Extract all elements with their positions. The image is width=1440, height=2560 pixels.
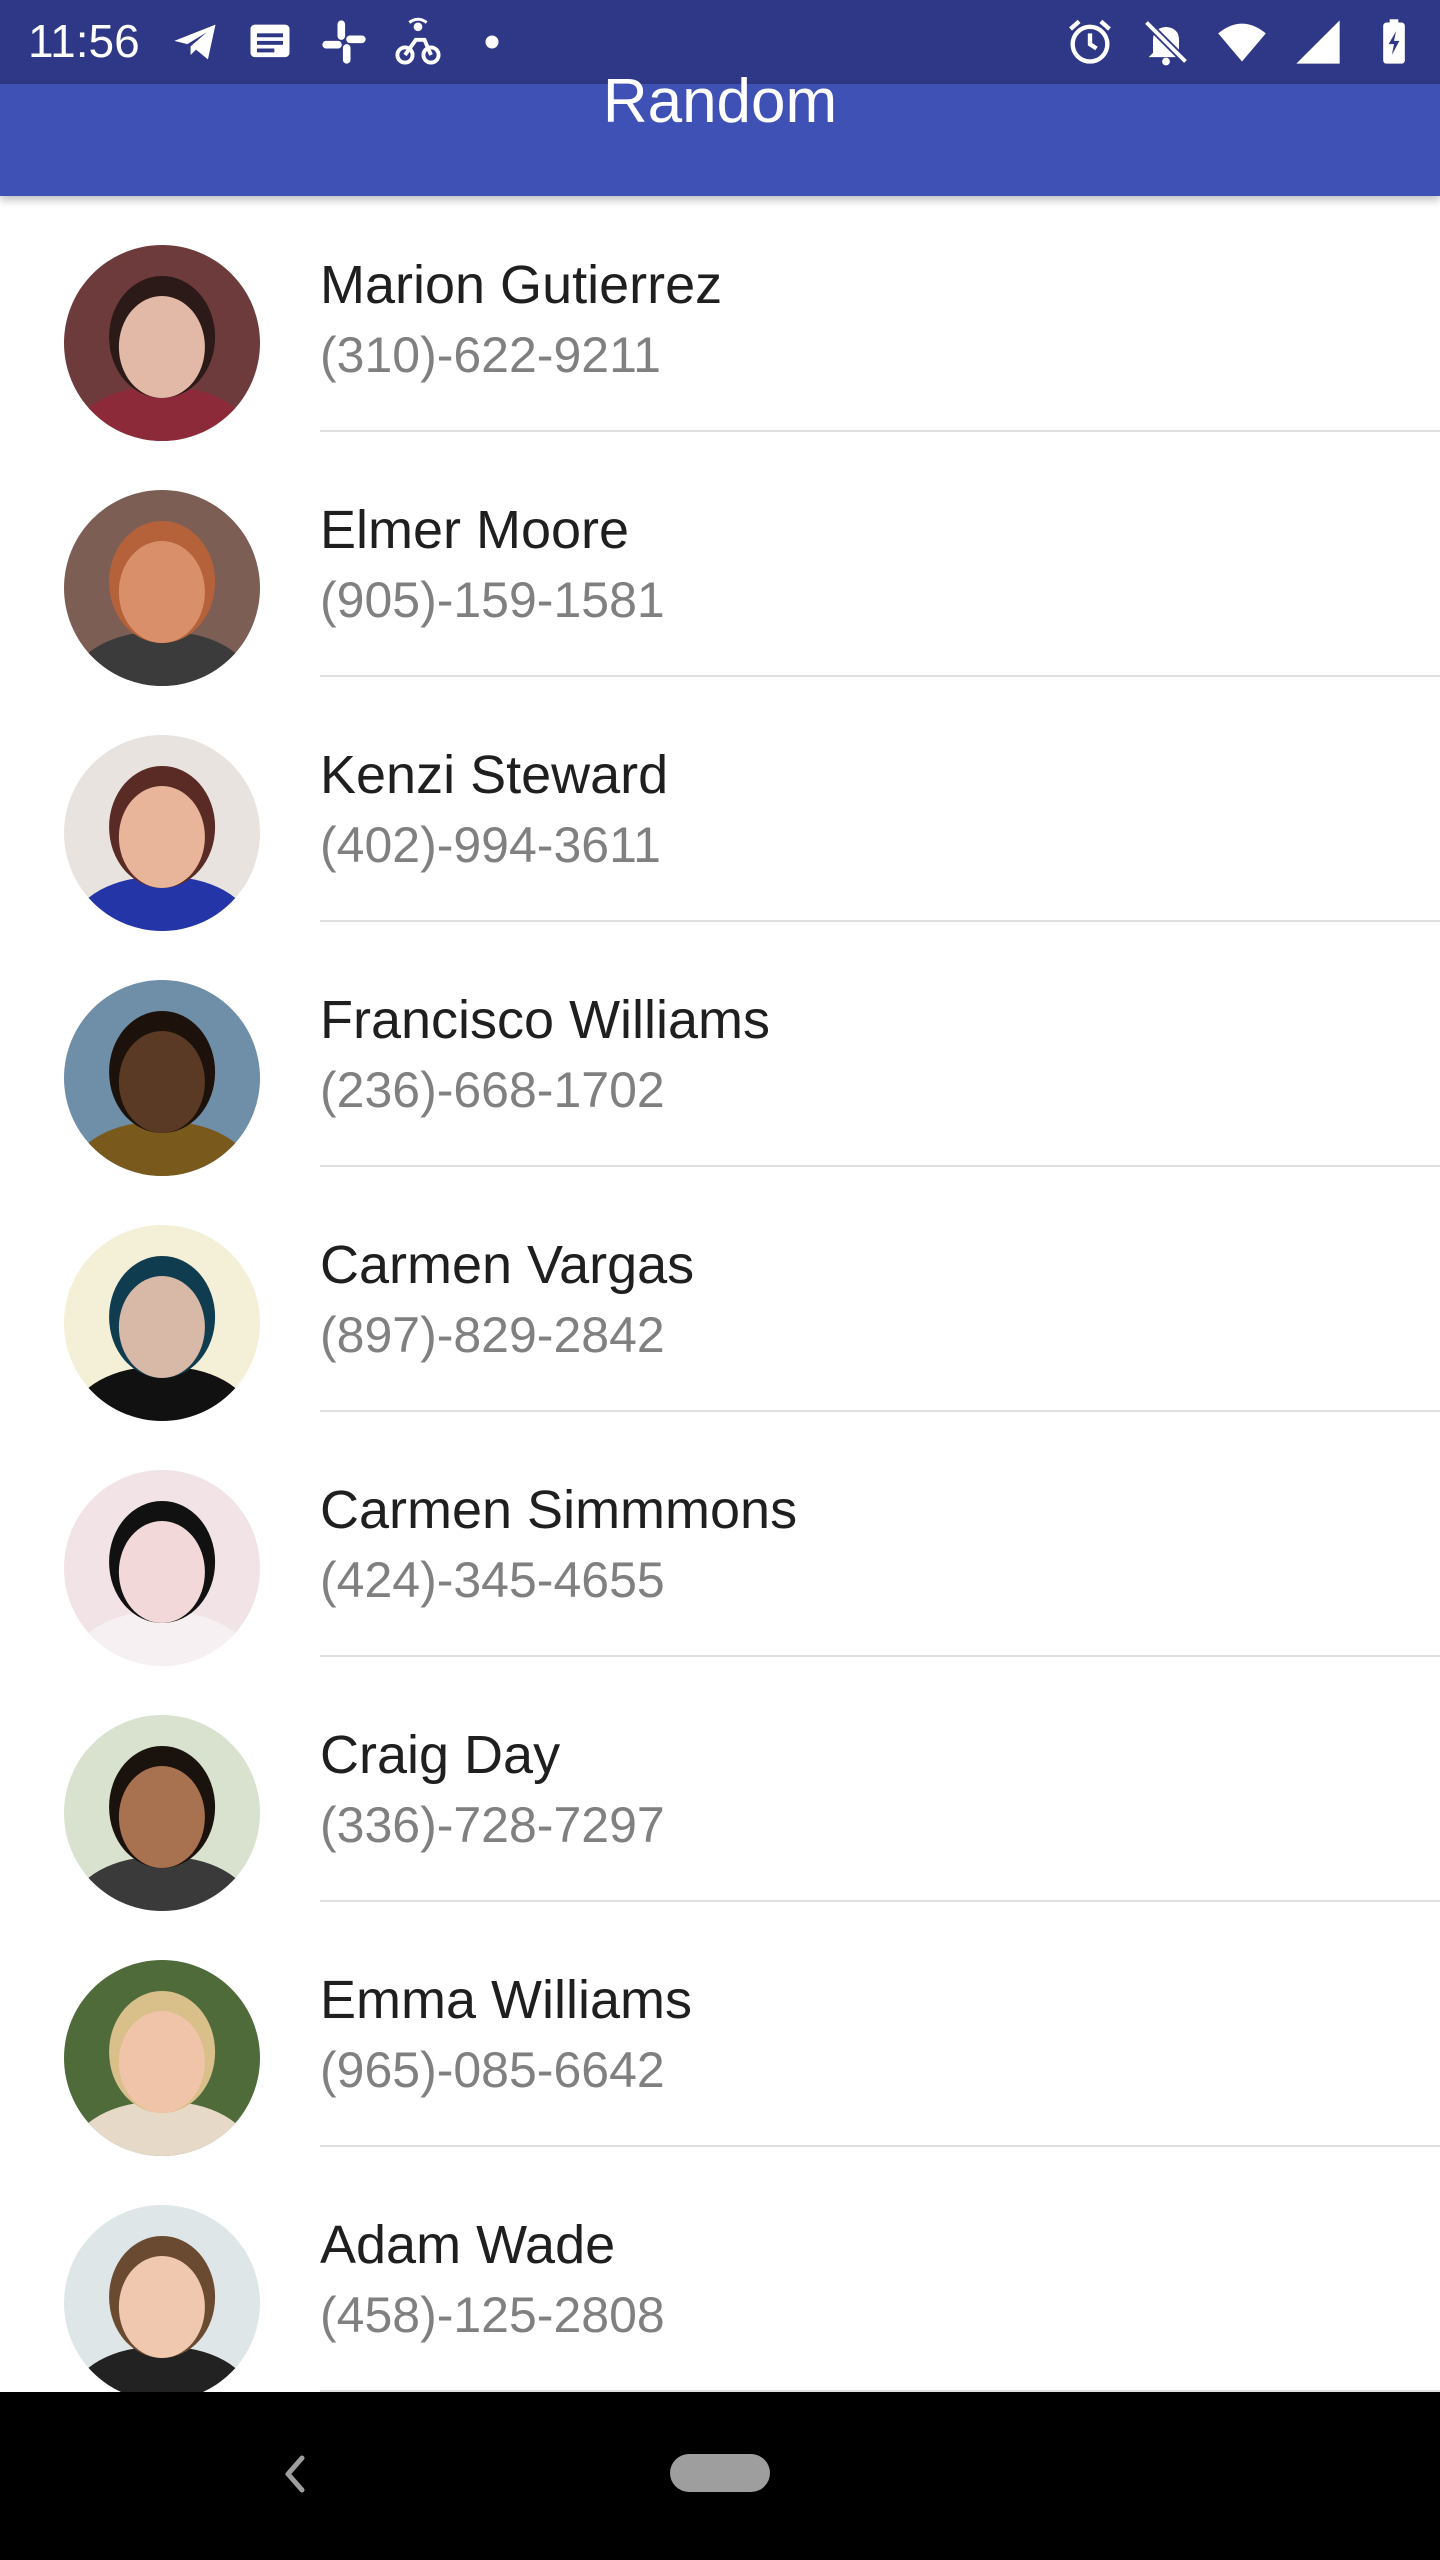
contact-row[interactable]: Adam Wade (458)-125-2808 — [0, 2156, 1440, 2392]
contact-row[interactable]: Carmen Simmmons (424)-345-4655 — [0, 1421, 1440, 1666]
contact-phone: (336)-728-7297 — [320, 1797, 665, 1853]
contact-phone: (402)-994-3611 — [320, 817, 661, 873]
navigation-bar — [0, 2392, 1440, 2560]
battery-charging-icon — [1368, 16, 1420, 68]
row-divider — [320, 675, 1440, 677]
row-divider — [320, 920, 1440, 922]
notifications-off-icon — [1140, 16, 1192, 68]
avatar — [64, 490, 260, 686]
avatar — [64, 1225, 260, 1421]
wifi-icon — [1216, 16, 1268, 68]
avatar — [64, 2205, 260, 2392]
contact-row[interactable]: Marion Gutierrez (310)-622-9211 — [0, 196, 1440, 441]
app-bar: Random — [0, 67, 1440, 196]
alarm-icon — [1064, 16, 1116, 68]
message-icon — [244, 16, 296, 68]
signal-icon — [1292, 16, 1344, 68]
avatar — [64, 735, 260, 931]
avatar — [64, 1960, 260, 2156]
contact-row[interactable]: Craig Day (336)-728-7297 — [0, 1666, 1440, 1911]
row-divider — [320, 430, 1440, 432]
contact-name: Kenzi Steward — [320, 745, 669, 805]
row-divider — [320, 1165, 1440, 1167]
contact-name: Carmen Vargas — [320, 1235, 695, 1295]
avatar — [64, 245, 260, 441]
contact-name: Craig Day — [320, 1725, 561, 1785]
contact-phone: (905)-159-1581 — [320, 572, 665, 628]
contact-phone: (897)-829-2842 — [320, 1307, 665, 1363]
app-title: Random — [602, 67, 838, 136]
contact-row[interactable]: Kenzi Steward (402)-994-3611 — [0, 686, 1440, 931]
contact-name: Carmen Simmmons — [320, 1480, 798, 1540]
bike-delivery-icon — [392, 16, 444, 68]
slack-icon — [318, 16, 370, 68]
avatar — [64, 1470, 260, 1666]
row-divider — [320, 1655, 1440, 1657]
contact-row[interactable]: Elmer Moore (905)-159-1581 — [0, 441, 1440, 686]
contact-name: Elmer Moore — [320, 500, 630, 560]
contact-name: Emma Williams — [320, 1970, 692, 2030]
contact-row[interactable]: Carmen Vargas (897)-829-2842 — [0, 1176, 1440, 1421]
contact-phone: (965)-085-6642 — [320, 2042, 665, 2098]
row-divider — [320, 1410, 1440, 1412]
telegram-icon — [170, 16, 222, 68]
avatar — [64, 980, 260, 1176]
contact-name: Marion Gutierrez — [320, 255, 723, 315]
contact-row[interactable]: Francisco Williams (236)-668-1702 — [0, 931, 1440, 1176]
home-pill-icon[interactable] — [670, 2454, 770, 2492]
contact-phone: (458)-125-2808 — [320, 2287, 665, 2343]
row-divider — [320, 2145, 1440, 2147]
dot-icon — [466, 16, 518, 68]
contact-row[interactable]: Emma Williams (965)-085-6642 — [0, 1911, 1440, 2156]
contact-name: Adam Wade — [320, 2215, 616, 2275]
contact-phone: (310)-622-9211 — [320, 327, 661, 383]
contact-phone: (424)-345-4655 — [320, 1552, 665, 1608]
row-divider — [320, 1900, 1440, 1902]
contact-name: Francisco Williams — [320, 990, 771, 1050]
contact-phone: (236)-668-1702 — [320, 1062, 665, 1118]
status-time: 11:56 — [28, 15, 140, 67]
avatar — [64, 1715, 260, 1911]
back-chevron-icon[interactable] — [270, 2444, 320, 2504]
contact-list[interactable]: Marion Gutierrez (310)-622-9211 Elmer Moor… — [0, 196, 1440, 2392]
